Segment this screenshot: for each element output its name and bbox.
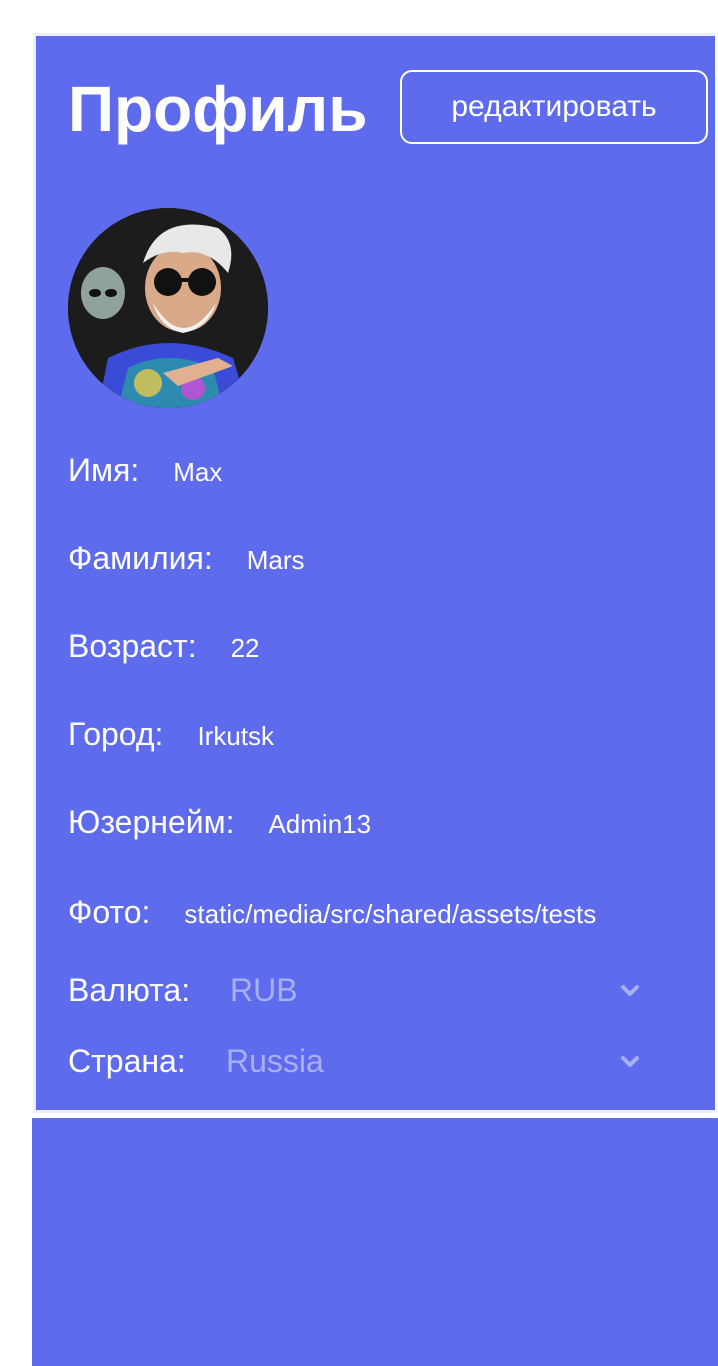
first-name-value: Max [173,457,223,487]
profile-card: Профиль редактировать Имя: Max Фамилия: … [33,33,715,1113]
page: Профиль редактировать Имя: Max Фамилия: … [0,0,718,1366]
country-label: Страна: [68,1043,186,1079]
field-age: Возраст: 22 [68,628,260,665]
last-name-label: Фамилия: [68,540,213,576]
chevron-down-icon [621,1055,639,1067]
field-username: Юзернейм: Admin13 [68,804,371,841]
currency-label: Валюта: [68,972,191,1008]
age-value: 22 [230,633,260,663]
chevron-down-icon [621,984,639,996]
city-value: Irkutsk [197,721,275,751]
currency-select[interactable]: RUB [230,972,640,1009]
photo-value: static/media/src/shared/assets/tests [184,899,597,929]
field-city: Город: Irkutsk [68,716,274,753]
username-value: Admin13 [268,809,372,839]
currency-field: Валюта: RUB [68,972,640,1009]
content-background [32,1118,718,1366]
currency-value: RUB [230,972,298,1008]
field-last-name: Фамилия: Mars [68,540,305,577]
photo-label: Фото: [68,894,151,930]
avatar [68,208,268,408]
avatar-image [68,208,268,408]
field-first-name: Имя: Max [68,452,222,489]
country-value: Russia [226,1043,324,1079]
page-title: Профиль [68,73,368,145]
age-label: Возраст: [68,628,197,664]
first-name-label: Имя: [68,452,140,488]
country-field: Страна: Russia [68,1043,640,1080]
last-name-value: Mars [246,545,305,575]
username-label: Юзернейм: [68,804,235,840]
city-label: Город: [68,716,164,752]
field-photo: Фото: static/media/src/shared/assets/tes… [68,894,596,931]
edit-button[interactable]: редактировать [400,70,708,144]
country-select[interactable]: Russia [226,1043,640,1080]
